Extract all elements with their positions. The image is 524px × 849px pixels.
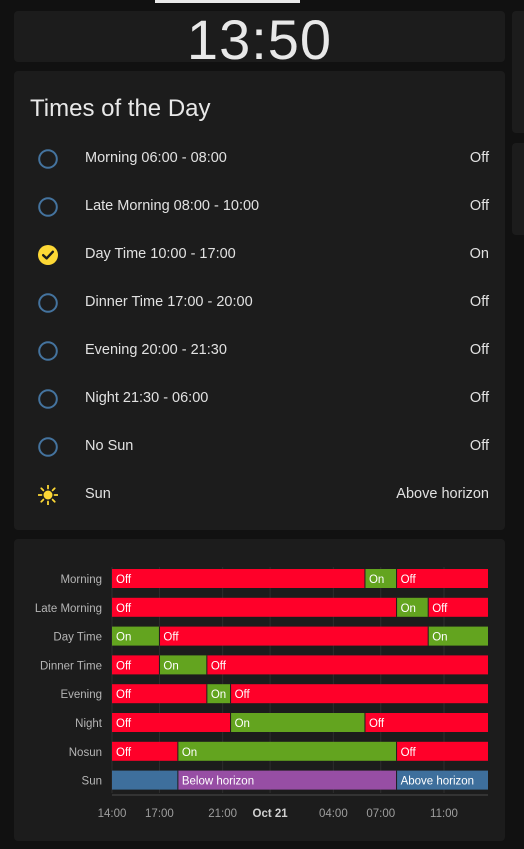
circle-outline-icon[interactable]	[38, 149, 58, 169]
entity-state: On	[469, 246, 489, 262]
timeline-segment	[112, 569, 365, 588]
timeline-segment-label: On	[116, 632, 131, 644]
timeline-segment-label: Off	[116, 718, 132, 730]
timeline-segment-label: Above horizon	[401, 776, 475, 788]
entity-row[interactable]: Evening 20:00 - 21:30 Off	[14, 327, 505, 375]
entity-name[interactable]: Night 21:30 - 06:00	[85, 390, 208, 406]
entities-card: Times of the Day Morning 06:00 - 08:00 Of…	[14, 71, 505, 530]
timeline-segment-label: On	[401, 603, 416, 615]
timeline-segment	[112, 770, 178, 790]
timeline-segment-label: On	[211, 689, 226, 701]
history-timeline-card: Morning Off On Off Late Morning Off On Off Day T…	[14, 539, 505, 841]
timeline-segment	[230, 684, 489, 704]
circle-outline-icon[interactable]	[38, 293, 58, 313]
timeline-segment-label: On	[369, 574, 384, 586]
timeline-segment-label: Off	[401, 747, 417, 759]
entity-name[interactable]: Late Morning 08:00 - 10:00	[85, 198, 259, 214]
timeline-row-label: Evening	[60, 689, 102, 701]
timeline-segment	[206, 655, 488, 675]
entity-row[interactable]: Morning 06:00 - 08:00 Off	[14, 135, 505, 183]
timeline-segment-label: Off	[116, 660, 132, 672]
x-tick-label: 11:00	[430, 808, 458, 820]
timeline-segment-label: Off	[116, 574, 132, 586]
timeline-chart: Morning Off On Off Late Morning Off On Off Day T…	[35, 567, 489, 820]
timeline-segment-label: Below horizon	[182, 776, 254, 788]
entity-row[interactable]: Late Morning 08:00 - 10:00 Off	[14, 183, 505, 231]
clock-card: 13:50	[14, 8, 505, 71]
entity-name[interactable]: No Sun	[85, 438, 133, 454]
x-tick-label: 17:00	[145, 808, 174, 820]
side-card	[512, 143, 524, 235]
entity-row[interactable]: Dinner Time 17:00 - 20:00 Off	[14, 279, 505, 327]
x-tick-label: 14:00	[98, 808, 127, 820]
timeline-row-label: Dinner Time	[40, 660, 102, 672]
circle-outline-icon[interactable]	[38, 437, 58, 457]
timeline-segment-label: Off	[401, 574, 417, 586]
timeline-row-label: Night	[75, 718, 103, 730]
entity-state: Above horizon	[396, 486, 489, 502]
timeline-segment-label: Off	[116, 747, 132, 759]
timeline-segment-label: On	[163, 660, 178, 672]
entity-name[interactable]: Sun	[85, 486, 111, 502]
entity-name[interactable]: Dinner Time 17:00 - 20:00	[85, 294, 253, 310]
circle-outline-icon[interactable]	[38, 389, 58, 409]
circle-outline-icon[interactable]	[38, 197, 58, 217]
timeline-segment-label: Off	[163, 632, 179, 644]
timeline-segment-label: Off	[211, 660, 227, 672]
entity-state: Off	[469, 390, 489, 406]
timeline-segment-label: Off	[235, 689, 251, 701]
entity-row[interactable]: Sun Above horizon	[14, 471, 505, 519]
timeline-row-label: Day Time	[53, 632, 102, 644]
timeline-row-label: Late Morning	[35, 603, 102, 615]
timeline-segment-label: Off	[369, 718, 385, 730]
entity-state: Off	[469, 198, 489, 214]
timeline-segment	[230, 713, 365, 732]
x-tick-label: Oct 21	[253, 808, 289, 820]
top-indicator-bar	[155, 0, 300, 3]
timeline-segment-label: On	[432, 632, 447, 644]
entity-state: Off	[469, 438, 489, 454]
check-circle-icon[interactable]	[38, 245, 58, 265]
entity-row[interactable]: No Sun Off	[14, 423, 505, 471]
card-title: Times of the Day	[30, 95, 211, 122]
entity-name[interactable]: Morning 06:00 - 08:00	[85, 150, 227, 166]
x-tick-label: 04:00	[319, 808, 348, 820]
side-card	[512, 11, 524, 133]
circle-outline-icon[interactable]	[38, 341, 58, 361]
timeline-segment-label: Off	[116, 689, 132, 701]
entity-row[interactable]: Night 21:30 - 06:00 Off	[14, 375, 505, 423]
entity-name[interactable]: Evening 20:00 - 21:30	[85, 342, 227, 358]
timeline-segment	[159, 626, 429, 646]
x-tick-label: 07:00	[366, 808, 395, 820]
sun-icon[interactable]	[37, 484, 59, 506]
timeline-row-label: Sun	[82, 776, 102, 788]
timeline-segment-label: Off	[116, 603, 132, 615]
entity-state: Off	[469, 342, 489, 358]
timeline-row-label: Nosun	[69, 747, 102, 759]
clock-time: 13:50	[186, 8, 333, 71]
timeline-segment-label: Off	[432, 603, 448, 615]
entity-row[interactable]: Day Time 10:00 - 17:00 On	[14, 231, 505, 279]
x-tick-label: 21:00	[208, 808, 237, 820]
entity-state: Off	[469, 294, 489, 310]
timeline-row-label: Morning	[60, 574, 102, 586]
timeline-segment	[112, 597, 397, 617]
entity-name[interactable]: Day Time 10:00 - 17:00	[85, 246, 236, 262]
timeline-segment-label: On	[235, 718, 250, 730]
timeline-segment	[177, 741, 397, 761]
timeline-segment-label: On	[182, 747, 197, 759]
entity-state: Off	[469, 150, 489, 166]
